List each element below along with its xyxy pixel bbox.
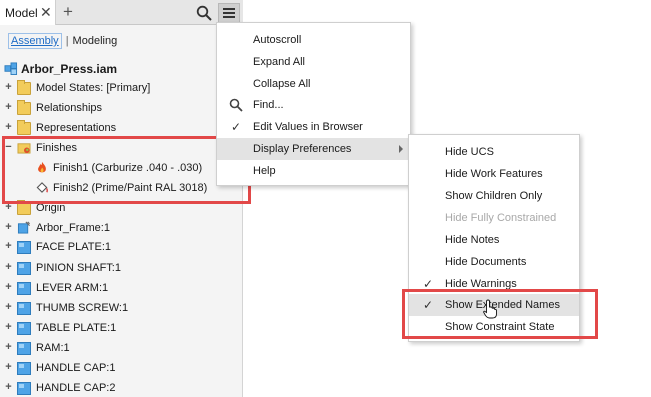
tree-label: HANDLE CAP:1 xyxy=(36,362,116,374)
browser-context-menu: Autoscroll Expand All Collapse All Find.… xyxy=(216,22,411,186)
menu-item-collapse-all[interactable]: Collapse All xyxy=(217,73,410,95)
annotation-highlight-extended-names xyxy=(402,289,598,339)
part-icon xyxy=(17,382,31,395)
submenu-item-hide-notes[interactable]: Hide Notes xyxy=(409,229,579,251)
annotation-highlight-finishes xyxy=(2,136,251,204)
tree-label: HANDLE CAP:2 xyxy=(36,382,116,394)
expand-icon[interactable]: + xyxy=(4,382,13,393)
expand-icon[interactable]: + xyxy=(4,322,13,333)
magnifier-icon xyxy=(229,98,243,112)
subtab-assembly[interactable]: Assembly xyxy=(8,33,62,49)
expand-icon[interactable]: + xyxy=(4,342,13,353)
tree-item-part[interactable]: + HANDLE CAP:1 xyxy=(0,358,243,378)
folder-icon xyxy=(17,120,31,135)
close-icon[interactable]: ✕ xyxy=(40,4,52,20)
menu-item-help[interactable]: Help xyxy=(217,160,410,182)
part-icon xyxy=(17,262,31,275)
part-icon xyxy=(17,362,31,375)
tree-item-part[interactable]: + RAM:1 xyxy=(0,338,243,358)
add-tab-icon[interactable]: + xyxy=(63,3,73,20)
checkmark-icon: ✓ xyxy=(231,120,242,134)
tab-model-label: Model xyxy=(5,5,38,20)
tree-label: PINION SHAFT:1 xyxy=(36,262,121,274)
menu-label: Collapse All xyxy=(253,78,311,90)
submenu-item-hide-documents[interactable]: Hide Documents xyxy=(409,251,579,273)
expand-icon[interactable]: + xyxy=(4,241,13,252)
subtab-modeling[interactable]: Modeling xyxy=(73,35,118,47)
folder-icon xyxy=(17,80,31,95)
submenu-label: Hide Fully Constrained xyxy=(445,212,557,224)
menu-item-edit-values[interactable]: ✓ Edit Values in Browser xyxy=(217,116,410,138)
part-icon xyxy=(17,302,31,315)
tree-root-label: Arbor_Press.iam xyxy=(21,62,118,76)
submenu-label: Hide UCS xyxy=(445,146,494,158)
submenu-item-hide-work-features[interactable]: Hide Work Features xyxy=(409,163,579,185)
menu-item-display-preferences[interactable]: Display Preferences xyxy=(217,138,410,160)
menu-item-expand-all[interactable]: Expand All xyxy=(217,51,410,73)
tree-label: FACE PLATE:1 xyxy=(36,241,111,253)
part-icon xyxy=(17,241,31,254)
menu-label: Autoscroll xyxy=(253,34,302,46)
part-icon xyxy=(17,342,31,355)
tree-label: Relationships xyxy=(36,102,103,114)
hamburger-menu-icon[interactable] xyxy=(218,3,240,23)
expand-icon[interactable]: + xyxy=(4,222,13,233)
tree-item-model-states[interactable]: + Model States: [Primary] xyxy=(0,78,243,98)
tree-root[interactable]: Arbor_Press.iam xyxy=(0,59,243,79)
assembly-icon xyxy=(4,62,18,75)
submenu-label: Show Children Only xyxy=(445,190,543,202)
menu-item-find[interactable]: Find... xyxy=(217,94,410,116)
expand-icon[interactable]: + xyxy=(4,82,13,93)
tree-item-part[interactable]: + THUMB SCREW:1 xyxy=(0,298,243,318)
subtab-separator: | xyxy=(65,35,69,47)
submenu-item-hide-ucs[interactable]: Hide UCS xyxy=(409,141,579,163)
tree-item-part[interactable]: + HANDLE CAP:2 xyxy=(0,378,243,397)
menu-item-autoscroll[interactable]: Autoscroll xyxy=(217,29,410,51)
expand-icon[interactable]: + xyxy=(4,262,13,273)
search-icon[interactable] xyxy=(196,5,212,21)
submenu-arrow-icon xyxy=(399,145,403,153)
tree-item-part[interactable]: + PINION SHAFT:1 xyxy=(0,258,243,278)
tree-label: LEVER ARM:1 xyxy=(36,282,109,294)
tree-label: Representations xyxy=(36,122,117,134)
menu-label: Display Preferences xyxy=(253,143,352,155)
browser-tab-bar: Model ✕ + xyxy=(0,0,243,25)
tree-item-part[interactable]: + TABLE PLATE:1 xyxy=(0,318,243,338)
expand-icon[interactable]: + xyxy=(4,122,13,133)
submenu-label: Hide Notes xyxy=(445,234,500,246)
expand-icon[interactable]: + xyxy=(4,362,13,373)
menu-label: Find... xyxy=(253,99,284,111)
tree-label: Arbor_Frame:1 xyxy=(36,222,110,234)
hand-cursor-icon xyxy=(483,299,497,319)
expand-icon[interactable]: + xyxy=(4,302,13,313)
tree-item-relationships[interactable]: + Relationships xyxy=(0,98,243,118)
tree-label: TABLE PLATE:1 xyxy=(36,322,117,334)
expand-icon[interactable]: + xyxy=(4,202,13,213)
tree-label: Model States: [Primary] xyxy=(36,82,151,94)
part-icon xyxy=(17,322,31,335)
browser-subtabs: Assembly | Modeling xyxy=(0,30,243,52)
submenu-label: Hide Documents xyxy=(445,256,527,268)
menu-label: Edit Values in Browser xyxy=(253,121,363,133)
grounded-part-icon xyxy=(17,221,30,234)
tree-label: THUMB SCREW:1 xyxy=(36,302,129,314)
expand-icon[interactable]: + xyxy=(4,102,13,113)
tree-label: RAM:1 xyxy=(36,342,70,354)
part-icon xyxy=(17,282,31,295)
tree-item-part[interactable]: + Arbor_Frame:1 xyxy=(0,218,243,238)
tree-item-part[interactable]: + LEVER ARM:1 xyxy=(0,278,243,298)
folder-icon xyxy=(17,100,31,115)
expand-icon[interactable]: + xyxy=(4,282,13,293)
menu-label: Help xyxy=(253,165,276,177)
tree-item-representations[interactable]: + Representations xyxy=(0,118,243,138)
submenu-item-show-children-only[interactable]: Show Children Only xyxy=(409,185,579,207)
tree-item-part[interactable]: + FACE PLATE:1 xyxy=(0,237,243,257)
submenu-item-hide-fully-constrained: Hide Fully Constrained xyxy=(409,207,579,229)
submenu-label: Hide Work Features xyxy=(445,168,543,180)
menu-label: Expand All xyxy=(253,56,305,68)
